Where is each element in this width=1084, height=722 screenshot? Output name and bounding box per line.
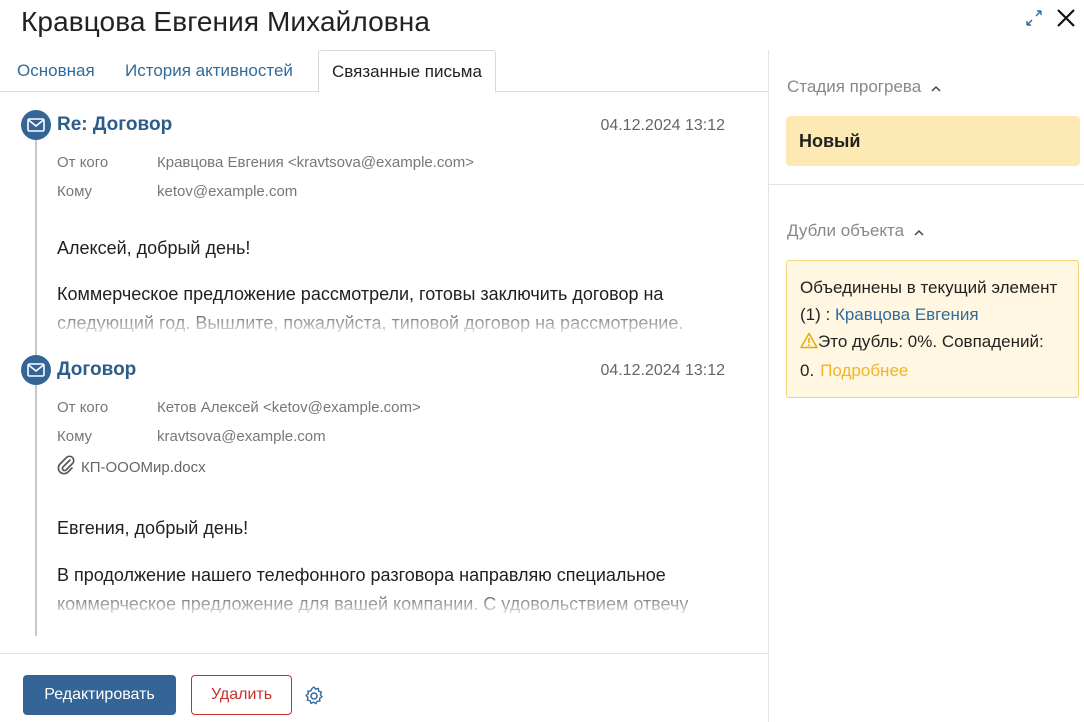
tab-bar: Основная История активностей Связанные п…	[0, 50, 768, 93]
window-controls	[1022, 6, 1078, 30]
email-date: 04.12.2024 13:12	[600, 117, 725, 134]
from-value: Кравцова Евгения <kravtsova@example.com>	[157, 154, 475, 171]
paperclip-icon	[57, 455, 75, 479]
mail-icon	[21, 355, 51, 385]
chevron-up-icon	[914, 221, 924, 241]
tab-related-emails[interactable]: Связанные письма	[318, 50, 496, 93]
expand-icon[interactable]	[1022, 6, 1046, 30]
to-value: kravtsova@example.com	[157, 428, 326, 445]
email-feed[interactable]: Re: Договор 04.12.2024 13:12 От кого Кра…	[0, 92, 768, 653]
sidebar-divider	[769, 184, 1084, 185]
delete-button[interactable]: Удалить	[191, 675, 292, 715]
more-link[interactable]: Подробнее	[820, 361, 908, 380]
gear-icon[interactable]	[303, 685, 325, 707]
email-date: 04.12.2024 13:12	[600, 362, 725, 379]
attachment-link[interactable]: КП-ОООМир.docx	[57, 455, 206, 479]
email-subject[interactable]: Re: Договор	[57, 114, 172, 136]
edit-button[interactable]: Редактировать	[23, 675, 176, 715]
duplicates-box: Объединены в текущий элемент (1) : Кравц…	[786, 260, 1079, 398]
merged-contact-link[interactable]: Кравцова Евгения	[835, 305, 979, 324]
stage-badge: Новый	[786, 116, 1080, 166]
to-label: Кому	[57, 183, 93, 200]
tab-activity-history[interactable]: История активностей	[125, 50, 293, 92]
email-body: В продолжение нашего телефонного разгово…	[57, 565, 689, 613]
action-bar: Редактировать Удалить	[0, 653, 768, 722]
from-value: Кетов Алексей <ketov@example.com>	[157, 399, 421, 416]
email-body: Коммерческое предложение рассмотрели, го…	[57, 284, 684, 332]
mail-icon	[21, 110, 51, 140]
attachment-name: КП-ОООМир.docx	[81, 458, 206, 476]
to-value: ketov@example.com	[157, 183, 298, 200]
to-label: Кому	[57, 428, 93, 445]
tab-main[interactable]: Основная	[17, 50, 95, 92]
warning-icon	[800, 330, 818, 357]
chevron-up-icon	[931, 77, 941, 97]
email-greeting: Алексей, добрый день!	[57, 238, 251, 258]
stage-section-title: Стадия прогрева	[787, 77, 922, 96]
stage-section-header[interactable]: Стадия прогрева	[787, 77, 941, 97]
close-icon[interactable]	[1054, 6, 1078, 30]
duplicates-section-title: Дубли объекта	[787, 221, 905, 240]
email-subject[interactable]: Договор	[57, 359, 136, 381]
from-label: От кого	[57, 154, 109, 171]
email-greeting: Евгения, добрый день!	[57, 518, 249, 538]
duplicates-section-header[interactable]: Дубли объекта	[787, 221, 924, 241]
panel-divider	[768, 50, 769, 722]
from-label: От кого	[57, 399, 109, 416]
page-title: Кравцова Евгения Михайловна	[21, 6, 431, 37]
